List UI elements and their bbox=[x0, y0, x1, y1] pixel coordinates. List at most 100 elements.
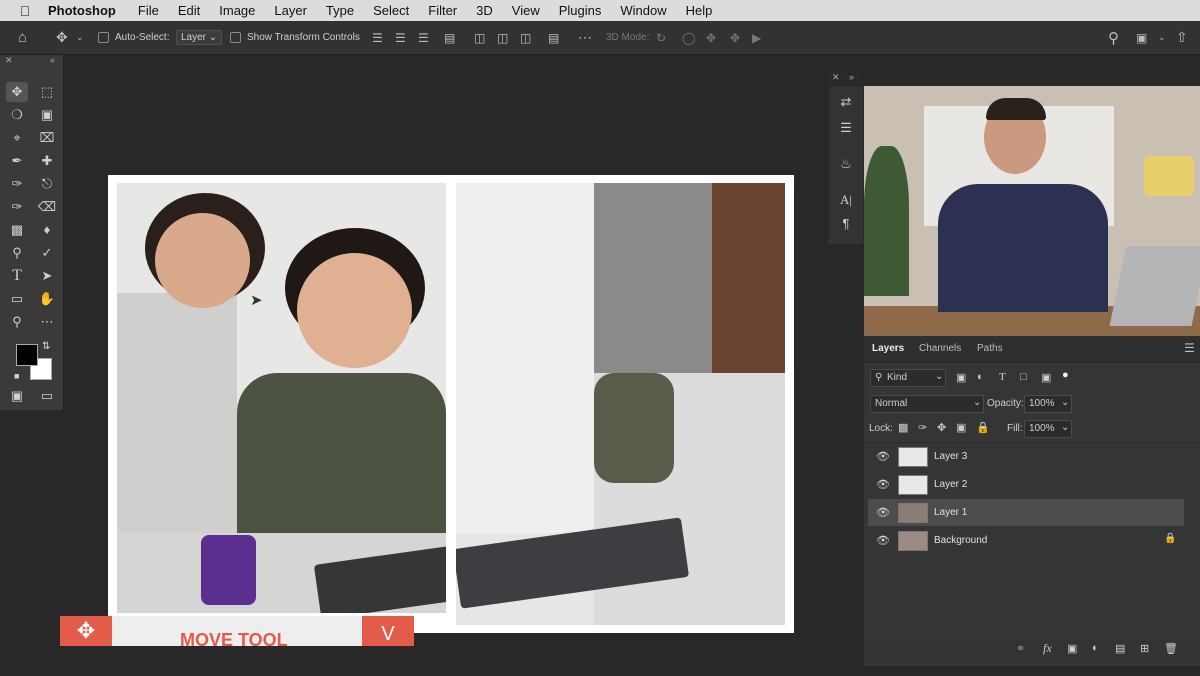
move-tool-preset-icon[interactable]: ✥ bbox=[56, 21, 68, 54]
healing-brush-tool-icon[interactable]: ✚ bbox=[36, 151, 58, 171]
menu-edit[interactable]: Edit bbox=[178, 3, 200, 18]
dodge-tool-icon[interactable]: ⚲ bbox=[6, 243, 28, 263]
align-left-icon[interactable]: ☰ bbox=[372, 21, 383, 54]
menu-layer[interactable]: Layer bbox=[274, 3, 307, 18]
layer-row-layer-1[interactable]: 👁 Layer 1 bbox=[868, 499, 1184, 526]
layer-row-background[interactable]: 👁 Background 🔒 bbox=[868, 527, 1184, 554]
quick-mask-icon[interactable]: ▣ bbox=[6, 386, 28, 406]
expand-icon[interactable]: » bbox=[849, 72, 854, 82]
align-center-icon[interactable]: ☰ bbox=[395, 21, 406, 54]
adjustment-filter-icon[interactable]: ◐ bbox=[977, 371, 984, 383]
filter-kind-dropdown[interactable]: ⚲ Kind ⌄ bbox=[870, 369, 946, 387]
close-icon[interactable]: ✕ bbox=[5, 55, 13, 66]
blur-tool-icon[interactable]: ♦ bbox=[36, 220, 58, 240]
more-tools-icon[interactable]: ⋯ bbox=[36, 312, 58, 332]
path-selection-tool-icon[interactable]: ➤ bbox=[36, 266, 58, 286]
adjustments-panel-icon[interactable]: ☰ bbox=[829, 120, 863, 136]
screen-mode-icon[interactable]: ▭ bbox=[36, 386, 58, 406]
close-icon[interactable]: ✕ bbox=[832, 72, 840, 83]
zoom-tool-icon[interactable]: ⚲ bbox=[6, 312, 28, 332]
auto-select-dropdown[interactable]: Layer ⌄ bbox=[176, 21, 223, 54]
menu-window[interactable]: Window bbox=[620, 3, 666, 18]
object-select-tool-icon[interactable]: ▣ bbox=[36, 105, 58, 125]
swap-colors-icon[interactable]: ⇅ bbox=[42, 341, 50, 352]
new-group-icon[interactable]: ▤ bbox=[1115, 642, 1125, 655]
type-tool-icon[interactable]: T bbox=[6, 266, 28, 286]
lock-all-icon[interactable]: 🔒 bbox=[976, 421, 990, 434]
eyedropper-tool-icon[interactable]: ✒ bbox=[6, 151, 28, 171]
fx-icon[interactable]: fx bbox=[1043, 641, 1052, 656]
visibility-eye-icon[interactable]: 👁 bbox=[876, 534, 890, 547]
lock-position-icon[interactable]: ✥ bbox=[937, 421, 946, 434]
history-panel-icon[interactable]: ⇄ bbox=[829, 94, 863, 110]
visibility-eye-icon[interactable]: 👁 bbox=[876, 450, 890, 463]
blend-mode-dropdown[interactable]: Normal ⌄ bbox=[870, 395, 984, 413]
new-layer-icon[interactable]: ⊞ bbox=[1140, 642, 1149, 655]
align-right-icon[interactable]: ☰ bbox=[418, 21, 429, 54]
chevron-down-icon[interactable]: ⌄ bbox=[76, 21, 84, 54]
lock-image-icon[interactable]: ✑ bbox=[918, 421, 927, 434]
home-icon[interactable]: ⌂ bbox=[18, 21, 27, 54]
workspace-icon[interactable]: ▣ bbox=[1136, 21, 1147, 54]
align-bottom-icon[interactable]: ◫ bbox=[520, 21, 531, 54]
smart-object-filter-icon[interactable]: ▣ bbox=[1041, 371, 1051, 384]
character-panel-icon[interactable]: A| bbox=[829, 192, 863, 208]
share-icon[interactable]: ⇧ bbox=[1176, 21, 1188, 54]
fill-field[interactable]: 100% ⌄ bbox=[1024, 420, 1072, 438]
lock-artboard-icon[interactable]: ▣ bbox=[956, 421, 966, 434]
pixel-filter-icon[interactable]: ▣ bbox=[956, 371, 966, 384]
menu-select[interactable]: Select bbox=[373, 3, 409, 18]
chevron-down-icon[interactable]: ⌄ bbox=[1158, 21, 1166, 54]
align-middle-icon[interactable]: ◫ bbox=[497, 21, 508, 54]
document-canvas[interactable]: ➤ bbox=[108, 175, 794, 633]
align-top-icon[interactable]: ◫ bbox=[474, 21, 485, 54]
layer-row-layer-3[interactable]: 👁 Layer 3 bbox=[868, 443, 1184, 470]
adjustment-layer-icon[interactable]: ◐ bbox=[1092, 642, 1099, 654]
lasso-tool-icon[interactable]: ❍ bbox=[6, 105, 28, 125]
visibility-eye-icon[interactable]: 👁 bbox=[876, 478, 890, 491]
history-brush-tool-icon[interactable]: ✑ bbox=[6, 197, 28, 217]
layer-mask-icon[interactable]: ▣ bbox=[1067, 642, 1077, 655]
marquee-tool-icon[interactable]: ⬚ bbox=[36, 82, 58, 102]
crop-tool-icon[interactable]: ⌖ bbox=[6, 128, 28, 148]
lock-transparent-icon[interactable]: ▩ bbox=[898, 421, 908, 434]
panel-menu-icon[interactable]: ☰ bbox=[1184, 341, 1195, 355]
tab-layers[interactable]: Layers bbox=[872, 343, 904, 354]
distribute-vertical-icon[interactable]: ▤ bbox=[548, 21, 559, 54]
hand-tool-icon[interactable]: ✋ bbox=[36, 289, 58, 309]
tab-channels[interactable]: Channels bbox=[919, 343, 961, 354]
more-options-icon[interactable]: ⋯ bbox=[578, 21, 592, 54]
collapse-icon[interactable]: « bbox=[50, 55, 55, 65]
filter-toggle-icon[interactable]: ● bbox=[1062, 369, 1069, 381]
apple-icon[interactable]:  bbox=[16, 3, 34, 19]
default-colors-icon[interactable]: ■ bbox=[14, 371, 19, 381]
link-layers-icon[interactable]: ⚭ bbox=[1016, 642, 1025, 655]
menu-3d[interactable]: 3D bbox=[476, 3, 493, 18]
menu-file[interactable]: File bbox=[138, 3, 159, 18]
eraser-tool-icon[interactable]: ⌫ bbox=[36, 197, 58, 217]
menu-plugins[interactable]: Plugins bbox=[559, 3, 602, 18]
visibility-eye-icon[interactable]: 👁 bbox=[876, 506, 890, 519]
pen-tool-icon[interactable]: ✓ bbox=[36, 243, 58, 263]
layer-row-layer-2[interactable]: 👁 Layer 2 bbox=[868, 471, 1184, 498]
menu-type[interactable]: Type bbox=[326, 3, 354, 18]
move-tool-icon[interactable]: ✥ bbox=[6, 82, 28, 102]
frame-tool-icon[interactable]: ⌧ bbox=[36, 128, 58, 148]
stamp-tool-icon[interactable]: ⎋ bbox=[36, 174, 58, 194]
show-transform-checkbox[interactable]: Show Transform Controls bbox=[230, 21, 360, 54]
distribute-horizontal-icon[interactable]: ▤ bbox=[444, 21, 455, 54]
menu-app-name[interactable]: Photoshop bbox=[48, 3, 116, 18]
brush-tool-icon[interactable]: ✑ bbox=[6, 174, 28, 194]
opacity-field[interactable]: 100% ⌄ bbox=[1024, 395, 1072, 413]
menu-help[interactable]: Help bbox=[686, 3, 713, 18]
menu-view[interactable]: View bbox=[512, 3, 540, 18]
paragraph-panel-icon[interactable]: ¶ bbox=[829, 216, 863, 231]
shape-filter-icon[interactable]: □ bbox=[1020, 371, 1027, 383]
auto-select-checkbox[interactable]: Auto-Select: bbox=[98, 21, 169, 54]
search-icon[interactable]: ⚲ bbox=[1108, 21, 1119, 54]
trash-icon[interactable]: 🗑 bbox=[1164, 642, 1178, 655]
gradient-tool-icon[interactable]: ▩ bbox=[6, 220, 28, 240]
menu-image[interactable]: Image bbox=[219, 3, 255, 18]
menu-filter[interactable]: Filter bbox=[428, 3, 457, 18]
rectangle-tool-icon[interactable]: ▭ bbox=[6, 289, 28, 309]
